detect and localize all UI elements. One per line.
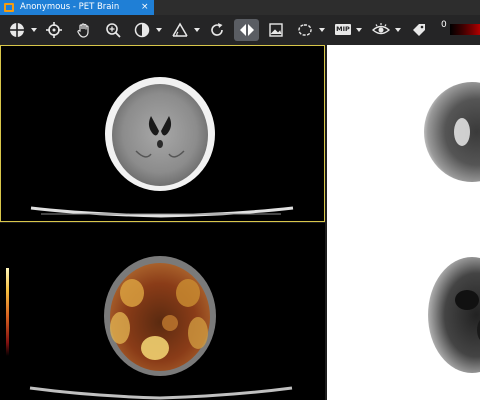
zoom-button[interactable] [102,19,124,41]
measure-button[interactable] [169,19,191,41]
visibility-button[interactable] [370,19,392,41]
fusion-brain-image [29,256,293,400]
pan-hand-icon [77,23,89,38]
measure-dropdown-caret[interactable] [194,28,200,32]
fusion-viewport[interactable] [0,223,325,400]
contrast-dropdown-caret[interactable] [156,28,162,32]
mip-dropdown-caret[interactable] [356,28,362,32]
colormap-bar[interactable] [450,24,480,35]
rotate-button[interactable] [206,19,228,41]
ct-brain-image [30,77,294,218]
ct-viewport[interactable] [0,45,325,222]
flip-horizontal-icon [239,24,254,36]
flip-button[interactable] [234,19,259,41]
pet-viewport[interactable] [327,45,480,400]
layout-dropdown-caret[interactable] [31,28,37,32]
roi-shape-icon [298,24,312,36]
mip-button[interactable]: MIP [335,24,351,35]
tab-close-icon[interactable]: × [141,0,149,15]
tag-icon [413,24,425,36]
fusion-colorbar [6,268,9,356]
roi-button[interactable] [294,19,316,41]
contrast-button[interactable] [131,19,153,41]
contrast-icon [134,22,150,38]
tag-button[interactable] [408,19,430,41]
tab-pet-brain[interactable]: Anonymous - PET Brain × [0,0,154,15]
roi-dropdown-caret[interactable] [319,28,325,32]
colormap-min-label: 0 [441,20,447,30]
crosshair-button[interactable] [43,19,65,41]
image-icon [269,23,283,37]
app-logo-icon [4,3,14,12]
image-button[interactable] [265,19,287,41]
zoom-icon [106,23,121,38]
crosshair-icon [46,22,62,38]
tab-bar: Anonymous - PET Brain × [0,0,480,15]
eye-icon [372,23,390,35]
layout-button[interactable] [6,19,28,41]
layout-icon [10,23,24,37]
measure-angle-icon [172,22,188,37]
pan-button[interactable] [73,19,95,41]
tab-title: Anonymous - PET Brain [20,2,120,12]
rotate-icon [211,23,223,36]
visibility-dropdown-caret[interactable] [395,28,401,32]
pet-brain-image [424,82,480,373]
